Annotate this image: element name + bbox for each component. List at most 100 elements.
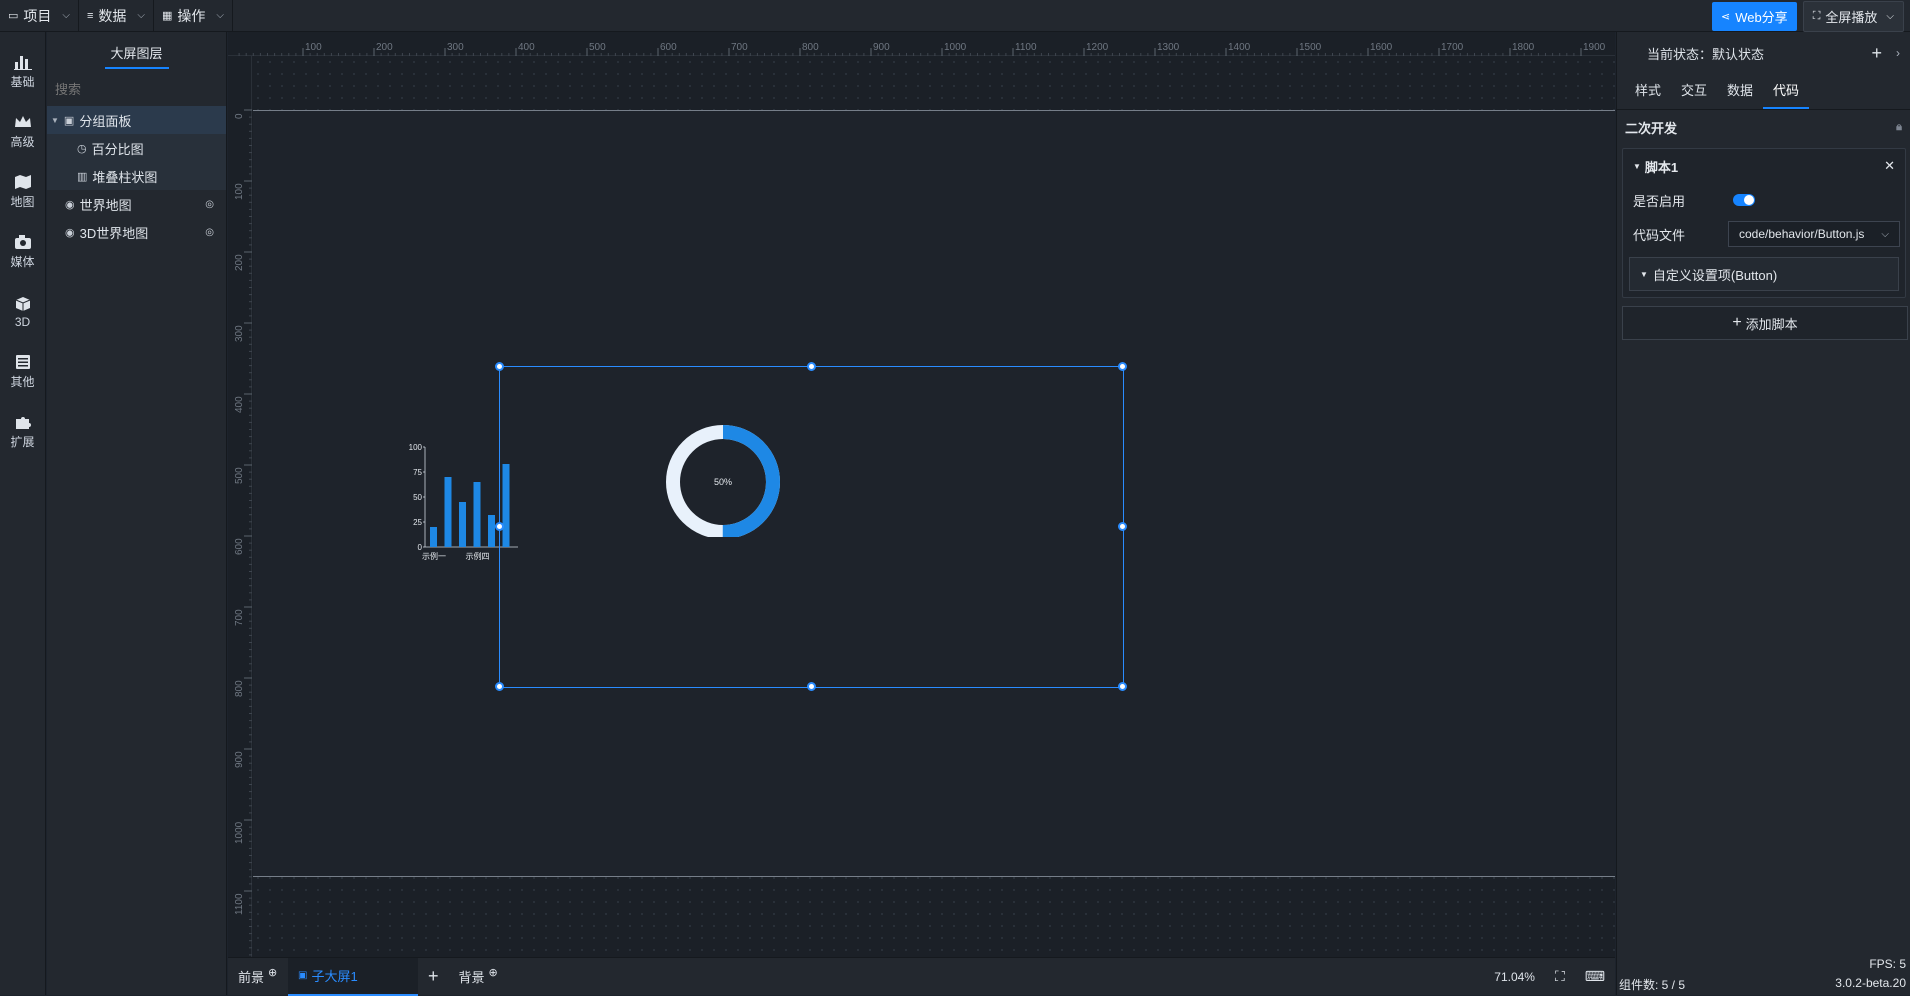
globe-3d-icon: ◉ — [65, 226, 75, 239]
chevron-down-icon: ⌵ — [137, 10, 146, 21]
editor-canvas[interactable]: 100 200 300 400 500 600 700 800 900 1000 1100 1200 1… — [228, 32, 1615, 957]
layer-search — [47, 72, 226, 106]
component-category-bar: 基础 高级 地图 媒体 3D 其他 扩展 — [0, 32, 46, 995]
chevron-down-icon: ⌵ — [1886, 10, 1894, 22]
close-icon[interactable]: ✕ — [1884, 158, 1895, 174]
add-circle-icon[interactable]: ⊕ — [489, 966, 498, 979]
plus-icon: + — [1732, 314, 1742, 331]
ruler-label: 800 — [802, 42, 819, 53]
menu-project[interactable]: ▭ 项目 ⌵ — [0, 0, 79, 32]
fullscreen-play-button[interactable]: ⛶ 全屏播放 ⌵ — [1802, 0, 1904, 32]
puzzle-icon — [15, 417, 31, 429]
menu-operation[interactable]: ▦ 操作 ⌵ — [154, 0, 234, 32]
bar[interactable] — [473, 482, 481, 547]
ruler-label: 1800 — [1512, 42, 1535, 53]
category-extension[interactable]: 扩展 — [0, 402, 45, 462]
property-tabs: 样式 交互 数据 代码 — [1617, 74, 1910, 110]
tab-foreground[interactable]: 前景 ⊕ — [228, 958, 288, 996]
y-tick-label: 75 — [413, 468, 422, 477]
resize-handle-n[interactable] — [806, 362, 816, 371]
ruler-label: 1500 — [1299, 42, 1322, 53]
tab-data[interactable]: 数据 — [1717, 80, 1763, 109]
chevron-right-icon[interactable]: › — [1896, 46, 1900, 60]
layer-item-group-panel[interactable]: ▼ ▣ 分组面板 — [47, 106, 226, 134]
ruler-label: 400 — [234, 396, 245, 413]
add-script-button[interactable]: + 添加脚本 — [1622, 306, 1908, 340]
group-icon: ▣ — [63, 114, 75, 127]
ruler-label: 200 — [376, 42, 393, 53]
layer-item-3d-world-map[interactable]: ◉ 3D世界地图 ◎ — [47, 218, 226, 246]
layer-item-percent-chart[interactable]: ◷ 百分比图 — [47, 134, 226, 162]
resize-handle-w[interactable] — [495, 522, 504, 531]
resize-handle-s[interactable] — [806, 682, 816, 691]
category-other[interactable]: 其他 — [0, 342, 45, 402]
category-media[interactable]: 媒体 — [0, 222, 45, 282]
tab-interaction[interactable]: 交互 — [1671, 80, 1717, 109]
layer-search-input[interactable] — [55, 81, 218, 97]
ruler-label: 1300 — [1157, 42, 1180, 53]
enable-toggle[interactable] — [1733, 194, 1755, 206]
ruler-label: 1900 — [1583, 42, 1606, 53]
layer-item-world-map[interactable]: ◉ 世界地图 ◎ — [47, 190, 226, 218]
ruler-label: 700 — [234, 609, 245, 626]
eye-hidden-icon[interactable]: ◎ — [205, 227, 214, 238]
caret-down-icon: ▼ — [1640, 269, 1648, 279]
category-3d[interactable]: 3D — [0, 282, 45, 342]
tab-style[interactable]: 样式 — [1625, 80, 1671, 109]
bar[interactable] — [430, 527, 437, 547]
web-share-button[interactable]: ⋖ Web分享 — [1711, 1, 1797, 31]
ruler-label: 500 — [234, 467, 245, 484]
top-menu-bar: ▭ 项目 ⌵ ≡ 数据 ⌵ ▦ 操作 ⌵ ⋖ Web分享 ⛶ 全屏播放 ⌵ — [0, 0, 1910, 32]
ruler-label: 0 — [234, 113, 245, 119]
fit-screen-icon[interactable]: ⛶ — [1545, 958, 1575, 996]
bar[interactable] — [444, 477, 452, 547]
menu-data[interactable]: ≡ 数据 ⌵ — [79, 0, 155, 32]
tab-background[interactable]: 背景 ⊕ — [449, 958, 508, 996]
state-header: 当前状态：默认状态 + › — [1647, 42, 1900, 64]
custom-settings-section[interactable]: ▼ 自定义设置项(Button) — [1629, 257, 1899, 291]
chevron-down-icon: ⌵ — [62, 10, 70, 21]
script-header[interactable]: ▼ 脚本1 ✕ — [1623, 149, 1905, 183]
resize-handle-e[interactable] — [1118, 522, 1127, 531]
tab-subscreen-1[interactable]: ▣ 子大屏1 — [288, 957, 418, 996]
enable-row: 是否启用 — [1623, 183, 1905, 217]
stacked-bar-icon: ▥ — [77, 170, 88, 183]
cube-icon — [15, 296, 30, 311]
lock-icon[interactable]: 🔒︎ — [1896, 121, 1902, 134]
ruler-label: 1600 — [1370, 42, 1393, 53]
zoom-level: 71.04% — [1494, 969, 1535, 984]
eye-hidden-icon[interactable]: ◎ — [205, 199, 214, 210]
tab-code[interactable]: 代码 — [1763, 80, 1810, 109]
grid-icon: ▦ — [162, 10, 173, 22]
ruler-label: 600 — [234, 538, 245, 555]
file-icon: ▭ — [8, 10, 19, 22]
y-tick-label: 100 — [409, 443, 423, 452]
selection-box[interactable] — [495, 362, 1127, 691]
share-icon: ⋖ — [1720, 10, 1731, 23]
ruler-label: 700 — [731, 42, 748, 53]
tab-screen-layers[interactable]: 大屏图层 — [47, 32, 226, 72]
category-map[interactable]: 地图 — [0, 162, 45, 222]
version-label: 3.0.2-beta.20 — [1835, 976, 1906, 990]
properties-panel: 当前状态：默认状态 + › 样式 交互 数据 代码 二次开发 🔒︎ ▼ 脚本1 … — [1616, 32, 1910, 995]
keyboard-icon[interactable]: ⌨ — [1575, 958, 1615, 996]
resize-handle-sw[interactable] — [495, 682, 504, 691]
code-file-select[interactable]: code/behavior/Button.js ⌵ — [1728, 221, 1900, 247]
bar[interactable] — [488, 515, 495, 547]
layer-item-stacked-bar[interactable]: ▥ 堆叠柱状图 — [47, 162, 226, 190]
category-advanced[interactable]: 高级 — [0, 102, 45, 162]
bar[interactable] — [459, 502, 466, 547]
resize-handle-ne[interactable] — [1118, 362, 1127, 371]
resize-handle-se[interactable] — [1118, 682, 1127, 691]
add-state-button[interactable]: + — [1871, 43, 1882, 64]
ruler-label: 500 — [589, 42, 606, 53]
add-circle-icon[interactable]: ⊕ — [268, 966, 277, 979]
resize-handle-nw[interactable] — [495, 362, 504, 371]
category-basic[interactable]: 基础 — [0, 42, 45, 102]
y-tick-label: 25 — [413, 518, 422, 527]
ruler-label: 900 — [873, 42, 890, 53]
percent-chart-icon: ◷ — [77, 142, 87, 155]
screen-tabs-bar: 前景 ⊕ ▣ 子大屏1 + 背景 ⊕ 71.04% ⛶ ⌨ — [228, 957, 1615, 996]
add-subscreen-button[interactable]: + — [418, 958, 449, 996]
database-icon: ≡ — [87, 9, 94, 22]
